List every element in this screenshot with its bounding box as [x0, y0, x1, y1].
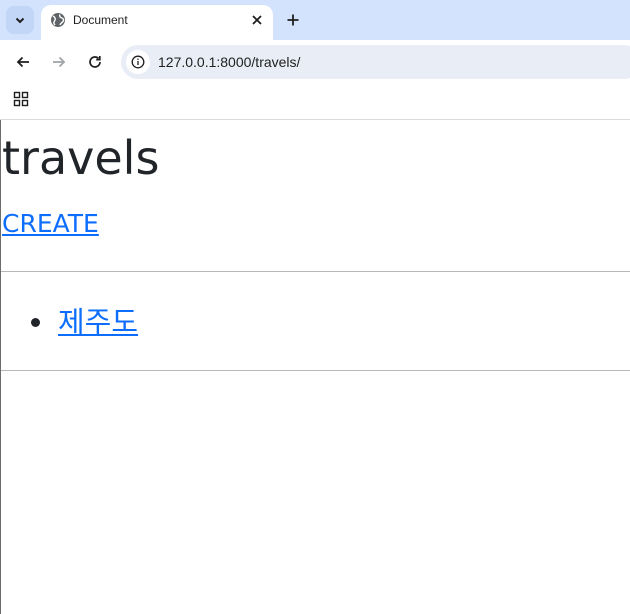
tab-close-button[interactable] [248, 11, 266, 29]
tab-document[interactable]: Document [41, 5, 273, 40]
info-icon [131, 55, 145, 69]
reload-icon [89, 56, 101, 68]
bookmarks-bar [0, 84, 630, 120]
divider-bottom [1, 370, 630, 371]
address-bar[interactable]: 127.0.0.1:8000/travels/ [121, 45, 630, 79]
url-text: 127.0.0.1:8000/travels/ [158, 54, 301, 70]
chevron-down-icon [15, 17, 25, 24]
divider-top [1, 271, 630, 272]
globe-icon [51, 13, 65, 27]
create-link[interactable]: CREATE [2, 208, 99, 240]
tab-title: Document [73, 13, 128, 27]
back-button[interactable] [11, 50, 35, 74]
site-info-button[interactable] [126, 50, 150, 74]
apps-grid-icon[interactable] [13, 91, 29, 107]
close-icon [252, 15, 262, 25]
page-title: travels [2, 131, 160, 185]
travel-link[interactable]: 제주도 [58, 303, 138, 341]
bullet-icon [31, 318, 40, 327]
forward-button[interactable] [47, 50, 71, 74]
tab-strip: Document [0, 0, 630, 40]
browser-toolbar: 127.0.0.1:8000/travels/ [0, 40, 630, 84]
new-tab-button[interactable] [282, 9, 304, 31]
back-arrow-icon [16, 56, 29, 68]
page-content: travels CREATE 제주도 [0, 120, 630, 614]
tab-search-button[interactable] [6, 6, 34, 34]
browser-window: Document 127.0.0.1:8000/travels/ travels… [0, 0, 630, 614]
forward-arrow-icon [53, 56, 66, 68]
reload-button[interactable] [83, 50, 107, 74]
plus-icon [287, 14, 299, 26]
